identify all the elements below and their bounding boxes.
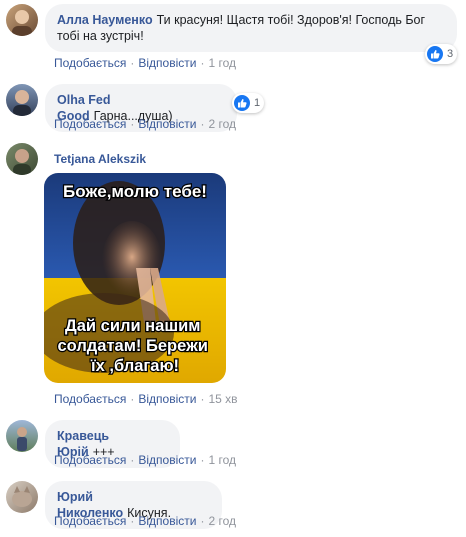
reply-link[interactable]: Відповісти [138, 514, 196, 528]
separator-dot: · [200, 392, 205, 406]
separator-dot: · [130, 56, 135, 70]
comment-actions: Подобається · Відповісти · 15 хв [54, 392, 238, 406]
separator-dot: · [200, 514, 205, 528]
separator-dot: · [200, 453, 205, 467]
reaction-count: 3 [447, 48, 454, 60]
comment-bubble: Алла Науменко Ти красуня! Щастя тобі! Здо… [45, 4, 457, 52]
meme-picture: Боже,молю тебе! Дай сили нашим солдатам!… [44, 173, 226, 383]
reply-link[interactable]: Відповісти [138, 453, 196, 467]
comment-actions: Подобається · Відповісти · 2 год [54, 117, 236, 131]
comment-actions: Подобається · Відповісти · 1 год [54, 453, 236, 467]
reply-link[interactable]: Відповісти [138, 392, 196, 406]
reply-link[interactable]: Відповісти [138, 117, 196, 131]
avatar-photo-icon [17, 427, 27, 451]
like-reaction-icon [427, 46, 443, 62]
like-link[interactable]: Подобається [54, 56, 126, 70]
reply-link[interactable]: Відповісти [138, 56, 196, 70]
reaction-summary[interactable]: 3 [425, 44, 458, 64]
like-link[interactable]: Подобається [54, 453, 126, 467]
comment-time[interactable]: 15 хв [208, 392, 237, 406]
like-reaction-icon [234, 95, 250, 111]
like-link[interactable]: Подобається [54, 514, 126, 528]
comment-time[interactable]: 2 год [208, 117, 236, 131]
comment-time[interactable]: 1 год [208, 453, 236, 467]
comment-actions: Подобається · Відповісти · 1 год [54, 56, 236, 70]
separator-dot: · [130, 514, 135, 528]
avatar-photo-icon [13, 149, 31, 175]
comment-actions: Подобається · Відповісти · 2 год [54, 514, 236, 528]
comment-author[interactable]: Алла Науменко [57, 13, 153, 27]
avatar[interactable] [6, 84, 38, 116]
avatar[interactable] [6, 420, 38, 452]
avatar-photo-icon [12, 486, 32, 507]
avatar[interactable] [6, 481, 38, 513]
separator-dot: · [130, 117, 135, 131]
comment-author[interactable]: Tetjana Alekszik [54, 152, 146, 166]
like-link[interactable]: Подобається [54, 117, 126, 131]
meme-top-text: Боже,молю тебе! [63, 182, 207, 201]
separator-dot: · [200, 117, 205, 131]
reaction-summary[interactable]: 1 [232, 93, 265, 113]
separator-dot: · [200, 56, 205, 70]
avatar[interactable] [6, 143, 38, 175]
separator-dot: · [130, 453, 135, 467]
comment-time[interactable]: 2 год [208, 514, 236, 528]
avatar-photo-icon [13, 90, 31, 116]
separator-dot: · [130, 392, 135, 406]
meme-image[interactable]: Боже,молю тебе! Дай сили нашим солдатам!… [44, 173, 226, 383]
like-link[interactable]: Подобається [54, 392, 126, 406]
avatar[interactable] [6, 4, 38, 36]
comment-time[interactable]: 1 год [208, 56, 236, 70]
reaction-count: 1 [254, 97, 261, 109]
avatar-photo-icon [12, 10, 32, 36]
